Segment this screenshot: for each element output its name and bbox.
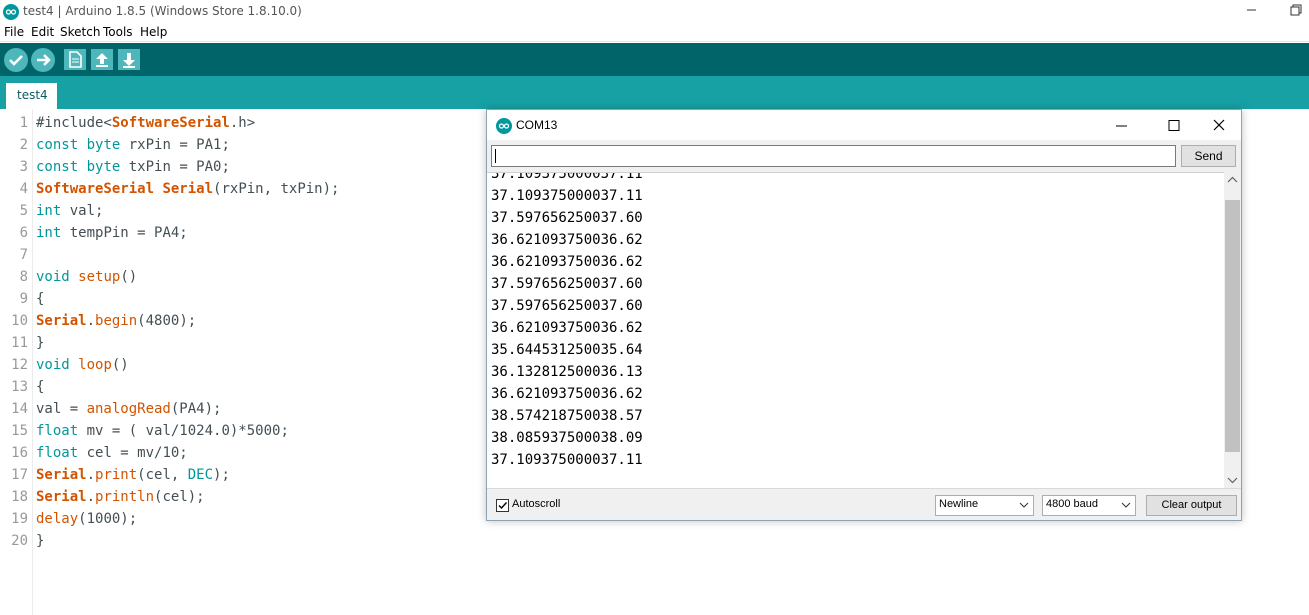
code-line[interactable]: void loop() — [36, 354, 129, 376]
code-line[interactable]: #include<SoftwareSerial.h> — [36, 112, 255, 134]
serial-output-line: 37.109375000037.11 — [491, 188, 643, 204]
code-line[interactable]: Serial.begin(4800); — [36, 310, 196, 332]
open-icon[interactable] — [91, 49, 113, 70]
scrollbar-thumb[interactable] — [1225, 200, 1240, 452]
line-number: 5 — [19, 203, 28, 219]
line-ending-select[interactable]: Newline — [935, 495, 1034, 516]
line-number: 11 — [11, 335, 28, 351]
autoscroll-label: Autoscroll — [512, 498, 561, 510]
serial-output-line: 36.621093750036.62 — [491, 320, 643, 336]
serial-output-line: 38.574218750038.57 — [491, 408, 643, 424]
line-number: 6 — [19, 225, 28, 241]
window-title: test4 | Arduino 1.8.5 (Windows Store 1.8… — [23, 4, 302, 18]
serial-output-line: 38.085937500038.09 — [491, 430, 643, 446]
line-number: 16 — [11, 445, 28, 461]
line-number: 3 — [19, 159, 28, 175]
scroll-down-icon[interactable] — [1224, 471, 1241, 488]
verify-icon[interactable] — [4, 48, 28, 72]
code-line[interactable]: delay(1000); — [36, 508, 137, 530]
code-line[interactable]: SoftwareSerial Serial(rxPin, txPin); — [36, 178, 339, 200]
serial-output-line: 37.597656250037.60 — [491, 210, 643, 226]
line-number: 9 — [19, 291, 28, 307]
code-line[interactable]: void setup() — [36, 266, 137, 288]
serial-monitor-window[interactable]: COM13 Send 37.109375000037.11 37.10937500… — [486, 109, 1242, 521]
chevron-down-icon — [1121, 502, 1131, 508]
line-number: 20 — [11, 533, 28, 549]
line-ending-value: Newline — [939, 498, 979, 510]
line-number: 12 — [11, 357, 28, 373]
menu-help[interactable]: Help — [140, 25, 167, 39]
menu-file[interactable]: File — [4, 25, 24, 39]
serial-output-line: 36.621093750036.62 — [491, 254, 643, 270]
tab-bar: test4 — [0, 76, 1309, 109]
line-number: 15 — [11, 423, 28, 439]
maximize-icon[interactable] — [1166, 118, 1182, 134]
serial-output-line: 36.132812500036.13 — [491, 364, 643, 380]
serial-output-line: 37.597656250037.60 — [491, 276, 643, 292]
baud-rate-value: 4800 baud — [1046, 498, 1098, 510]
vertical-scrollbar[interactable] — [1224, 172, 1241, 488]
minimize-icon[interactable] — [1114, 118, 1130, 134]
close-icon[interactable] — [1211, 118, 1227, 134]
code-line[interactable]: } — [36, 332, 44, 354]
menu-bar: File Edit Sketch Tools Help — [0, 24, 1309, 42]
restore-icon[interactable] — [1288, 2, 1304, 18]
arduino-logo-icon — [496, 118, 512, 134]
save-icon[interactable] — [118, 49, 140, 70]
menu-edit[interactable]: Edit — [31, 25, 54, 39]
line-number: 7 — [19, 247, 28, 263]
code-line[interactable]: int val; — [36, 200, 103, 222]
serial-output-line: 35.644531250035.64 — [491, 342, 643, 358]
line-number: 19 — [11, 511, 28, 527]
minimize-icon[interactable] — [1244, 2, 1260, 18]
tab-label: test4 — [17, 88, 48, 102]
serial-monitor-title: COM13 — [516, 118, 558, 132]
menu-tools[interactable]: Tools — [103, 25, 133, 39]
line-number: 2 — [19, 137, 28, 153]
code-line[interactable]: val = analogRead(PA4); — [36, 398, 221, 420]
line-number: 18 — [11, 489, 28, 505]
scroll-up-icon[interactable] — [1224, 172, 1241, 189]
serial-output-line: 36.621093750036.62 — [491, 386, 643, 402]
toolbar — [0, 43, 1309, 76]
code-line[interactable]: const byte txPin = PA0; — [36, 156, 230, 178]
line-number: 10 — [11, 313, 28, 329]
code-line[interactable]: float cel = mv/10; — [36, 442, 188, 464]
serial-monitor-title-bar: COM13 — [487, 110, 1241, 140]
autoscroll-checkbox[interactable] — [496, 499, 509, 512]
serial-output-area[interactable]: 37.109375000037.11 37.109375000037.11 37.5… — [487, 172, 1224, 488]
serial-output-line: 37.597656250037.60 — [491, 298, 643, 314]
serial-output-line: 37.109375000037.11 — [491, 452, 643, 468]
code-line[interactable]: { — [36, 376, 44, 398]
line-number: 4 — [19, 181, 28, 197]
chevron-down-icon — [1019, 502, 1029, 508]
title-bar: test4 | Arduino 1.8.5 (Windows Store 1.8… — [0, 0, 1309, 24]
arduino-logo-icon — [3, 4, 19, 20]
code-line[interactable]: const byte rxPin = PA1; — [36, 134, 230, 156]
code-line[interactable]: int tempPin = PA4; — [36, 222, 188, 244]
text-caret — [495, 149, 496, 163]
menu-sketch[interactable]: Sketch — [60, 25, 100, 39]
send-button[interactable]: Send — [1181, 145, 1236, 167]
code-line[interactable]: float mv = ( val/1024.0)*5000; — [36, 420, 289, 442]
code-line[interactable]: } — [36, 530, 44, 552]
new-icon[interactable] — [64, 49, 86, 70]
line-number: 8 — [19, 269, 28, 285]
line-number: 1 — [19, 115, 28, 131]
serial-output-line: 37.109375000037.11 — [491, 172, 643, 182]
clear-output-button[interactable]: Clear output — [1146, 495, 1237, 516]
line-number: 17 — [11, 467, 28, 483]
serial-monitor-footer: Autoscroll Newline 4800 baud Clear outpu… — [487, 488, 1241, 520]
upload-icon[interactable] — [31, 48, 55, 72]
baud-rate-select[interactable]: 4800 baud — [1042, 495, 1136, 516]
code-line[interactable]: Serial.println(cel); — [36, 486, 205, 508]
serial-output-line: 36.621093750036.62 — [491, 232, 643, 248]
tab-test4[interactable]: test4 — [6, 83, 57, 109]
code-line[interactable]: Serial.print(cel, DEC); — [36, 464, 230, 486]
code-line[interactable]: { — [36, 288, 44, 310]
serial-input-field[interactable] — [491, 145, 1176, 167]
line-number: 14 — [11, 401, 28, 417]
line-number: 13 — [11, 379, 28, 395]
line-number-gutter: 1 2 3 4 5 6 7 8 9 10 11 12 13 14 15 16 17 18 19 20 — [0, 109, 33, 615]
